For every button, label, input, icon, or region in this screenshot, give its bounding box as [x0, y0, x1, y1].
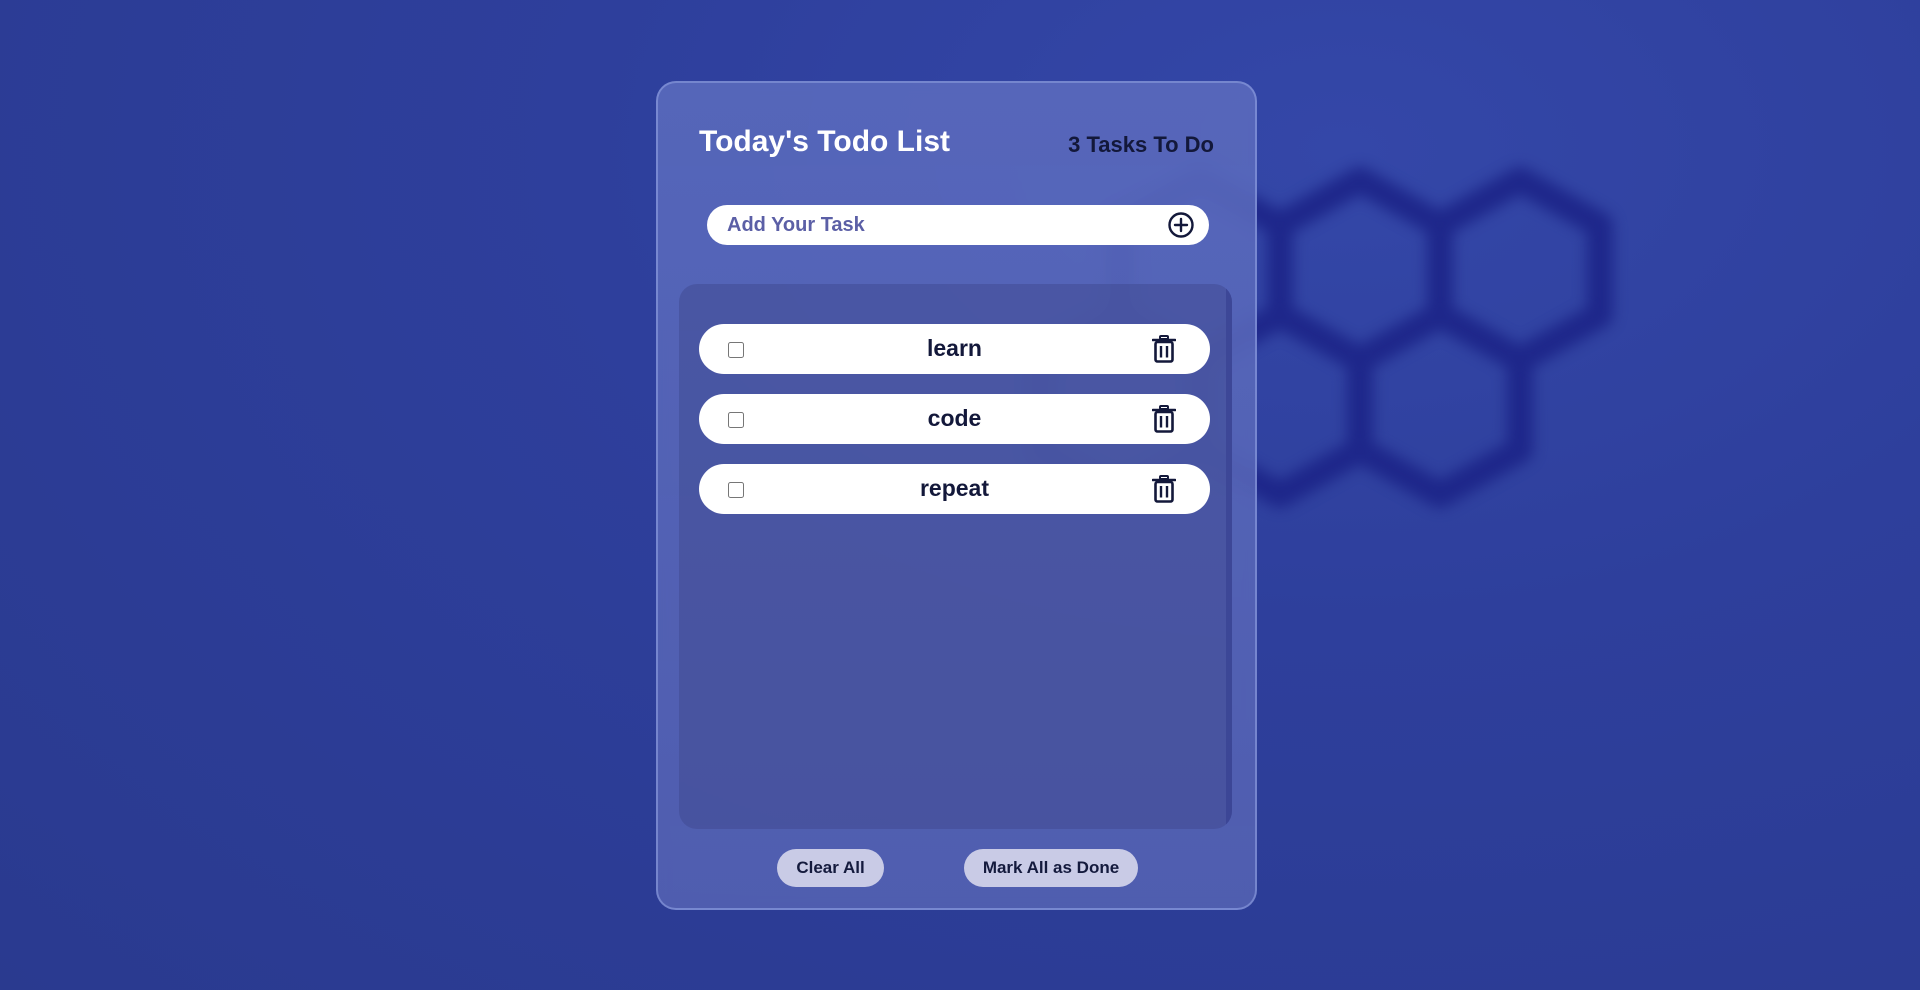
add-task-input[interactable]: [707, 205, 1167, 245]
task-item: learn: [699, 324, 1210, 374]
todo-card: Today's Todo List 3 Tasks To Do learn: [656, 81, 1257, 910]
task-text: code: [927, 405, 982, 431]
task-text: learn: [927, 335, 982, 361]
task-item: repeat: [699, 464, 1210, 514]
clear-all-button[interactable]: Clear All: [777, 849, 884, 887]
plus-circle-icon: [1168, 212, 1194, 238]
task-list-scrollbar[interactable]: [1226, 284, 1232, 829]
task-list: learn code repeat: [679, 284, 1232, 829]
trash-icon[interactable]: [1152, 475, 1176, 503]
add-task-button[interactable]: [1167, 211, 1195, 239]
task-item: code: [699, 394, 1210, 444]
add-task-bar: [707, 205, 1209, 245]
task-checkbox[interactable]: [728, 342, 744, 358]
trash-icon[interactable]: [1152, 335, 1176, 363]
task-checkbox[interactable]: [728, 482, 744, 498]
mark-all-done-button[interactable]: Mark All as Done: [964, 849, 1138, 887]
task-count: 3 Tasks To Do: [1068, 132, 1214, 157]
task-checkbox[interactable]: [728, 412, 744, 428]
task-text: repeat: [919, 475, 990, 501]
trash-icon[interactable]: [1152, 405, 1176, 433]
page-title: Today's Todo List: [699, 125, 951, 158]
